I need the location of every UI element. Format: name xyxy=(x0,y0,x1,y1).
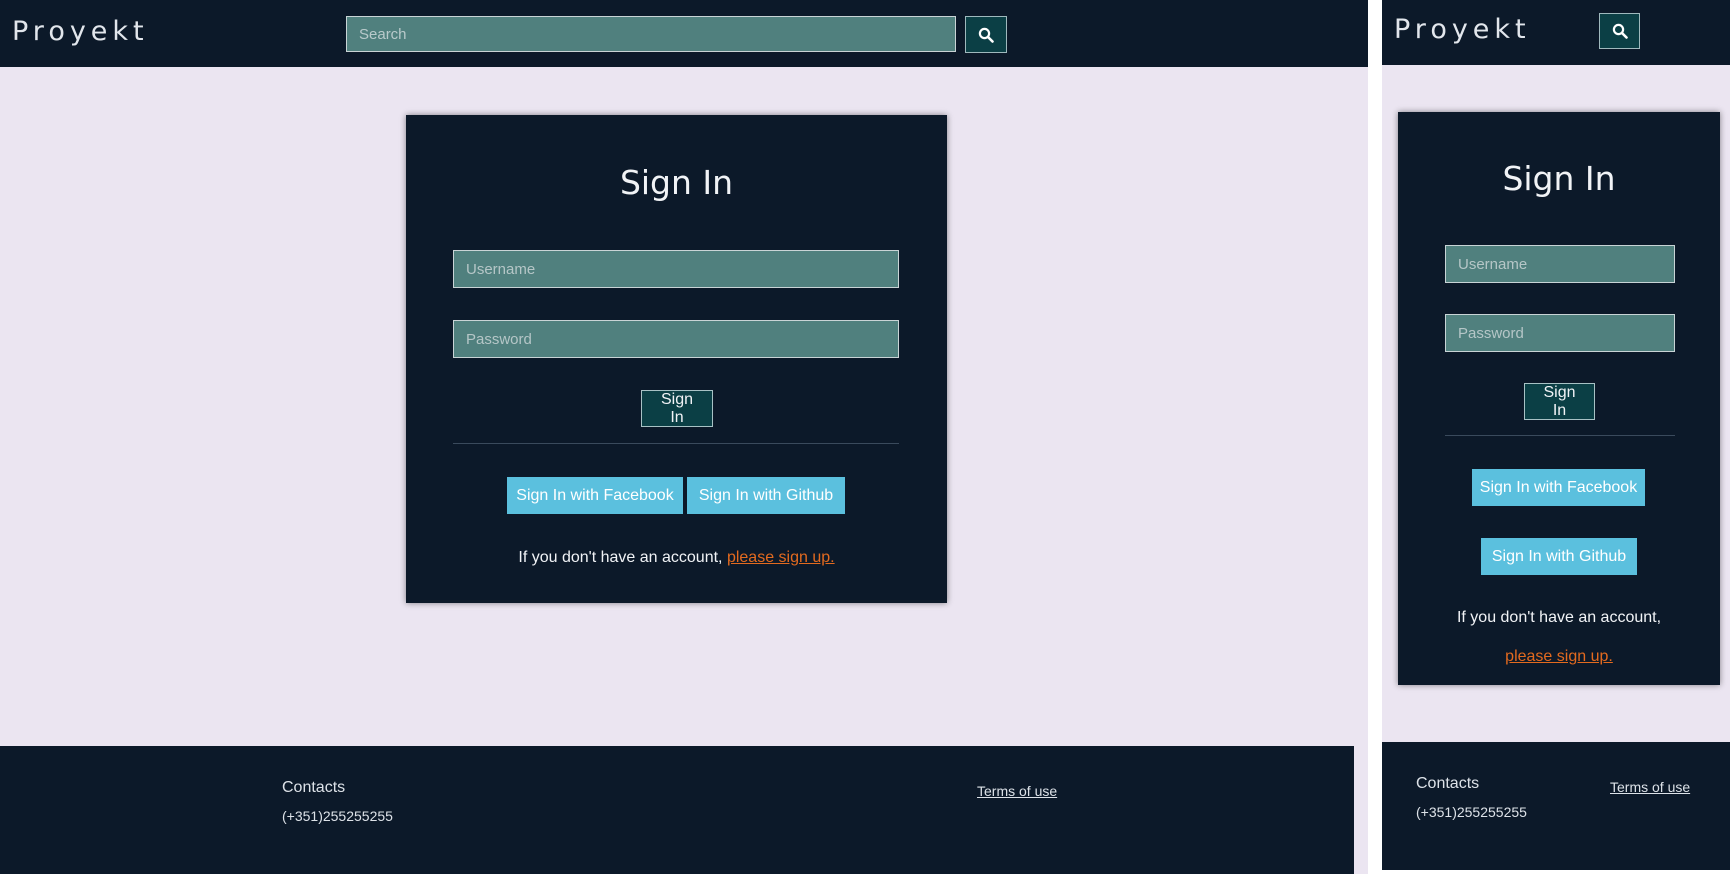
contacts-heading: Contacts xyxy=(282,779,346,796)
signin-title: Sign In xyxy=(619,163,734,202)
signin-button[interactable]: Sign In xyxy=(641,390,713,427)
navbar: Proyekt xyxy=(1382,0,1730,65)
signin-card: Sign In Sign In Sign In with Facebook Si… xyxy=(1398,112,1720,685)
contact-phone: (+351)255255255 xyxy=(1416,804,1527,820)
desktop-view: Proyekt Sign In Sign In Sign In with Fac… xyxy=(0,0,1368,874)
divider xyxy=(453,443,899,444)
footer: Contacts (+351)255255255 Terms of use xyxy=(1382,742,1730,870)
signin-github-button[interactable]: Sign In with Github xyxy=(1481,538,1637,575)
contacts-heading: Contacts xyxy=(1416,775,1480,792)
navbar: Proyekt xyxy=(0,0,1368,67)
terms-of-use-link[interactable]: Terms of use xyxy=(1610,779,1690,795)
password-field[interactable] xyxy=(1445,314,1675,352)
signup-prompt: If you don't have an account, please sig… xyxy=(406,549,947,567)
username-field[interactable] xyxy=(453,250,899,288)
username-field[interactable] xyxy=(1445,245,1675,283)
signup-prompt-text: If you don't have an account, xyxy=(518,549,723,566)
contact-phone: (+351)255255255 xyxy=(282,808,393,824)
signin-facebook-button[interactable]: Sign In with Facebook xyxy=(507,477,683,514)
password-field[interactable] xyxy=(453,320,899,358)
signin-title: Sign In xyxy=(1502,159,1616,198)
search-input[interactable] xyxy=(346,16,956,52)
signin-card: Sign In Sign In Sign In with Facebook Si… xyxy=(406,115,947,603)
search-button[interactable] xyxy=(1599,13,1640,49)
search-icon xyxy=(978,27,994,43)
signin-facebook-button[interactable]: Sign In with Facebook xyxy=(1472,469,1645,506)
search-button[interactable] xyxy=(965,16,1007,53)
signup-link[interactable]: please sign up. xyxy=(1505,648,1613,665)
brand-logo[interactable]: Proyekt xyxy=(12,16,149,47)
terms-of-use-link[interactable]: Terms of use xyxy=(977,783,1057,799)
search-icon xyxy=(1612,23,1628,39)
signup-prompt-text: If you don't have an account, xyxy=(1456,609,1662,626)
footer: Contacts (+351)255255255 Terms of use xyxy=(0,746,1354,874)
brand-logo[interactable]: Proyekt xyxy=(1394,14,1531,45)
signup-link-row: please sign up. xyxy=(1398,648,1720,666)
mobile-view: Proyekt Sign In Sign In Sign In with Fac… xyxy=(1382,0,1730,870)
signin-button[interactable]: Sign In xyxy=(1524,383,1595,420)
signup-link[interactable]: please sign up. xyxy=(727,549,835,566)
divider xyxy=(1445,435,1675,436)
signin-github-button[interactable]: Sign In with Github xyxy=(687,477,845,514)
